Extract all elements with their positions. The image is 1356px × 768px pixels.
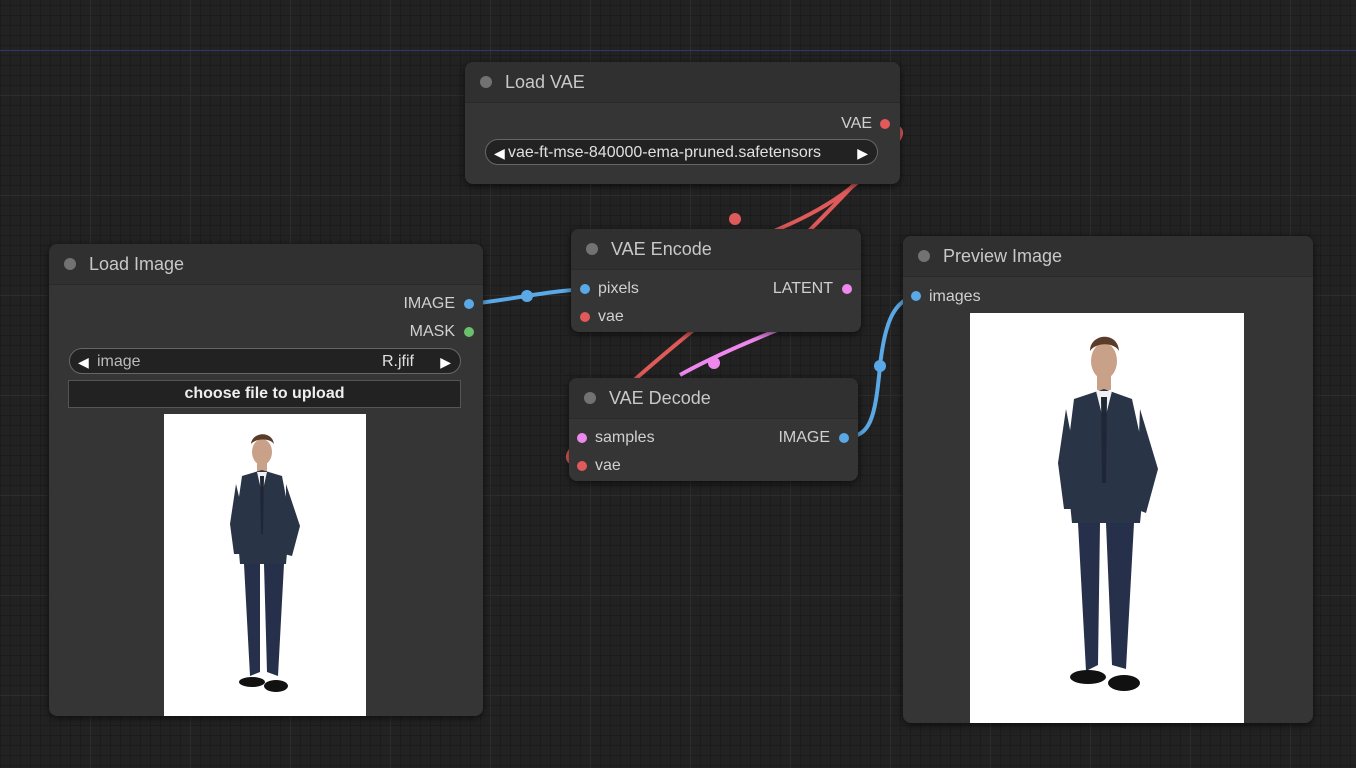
preview-image-title-text: Preview Image <box>943 246 1063 266</box>
loaded-image-preview <box>164 414 366 716</box>
vae-decode-node[interactable]: VAE Decode samples vae IMAGE <box>569 378 858 481</box>
vae-encode-title[interactable]: VAE Encode <box>571 229 861 270</box>
image-combo-value: R.jfif <box>382 353 414 370</box>
input-vae-label: vae <box>598 308 624 325</box>
output-latent-port[interactable] <box>842 284 852 294</box>
input-images-label: images <box>929 288 981 305</box>
link-image-to-preview-midpoint <box>874 360 886 372</box>
link-vae-to-encode-midpoint <box>729 213 741 225</box>
load-vae-node[interactable]: Load VAE VAE ◀ vae-ft-mse-840000-ema-pru… <box>465 62 900 184</box>
output-mask-port[interactable] <box>464 327 474 337</box>
input-vae-port[interactable] <box>580 312 590 322</box>
preview-image-title[interactable]: Preview Image <box>903 236 1313 277</box>
link-image-to-pixels-midpoint <box>521 290 533 302</box>
input-vae-label: vae <box>595 457 621 474</box>
output-mask-label: MASK <box>409 323 455 340</box>
combo-left-arrow-icon[interactable]: ◀ <box>494 140 505 166</box>
load-image-title-text: Load Image <box>89 254 185 274</box>
collapse-dot-icon[interactable] <box>584 392 596 404</box>
image-combo[interactable]: ◀ image R.jfif ▶ <box>69 348 461 374</box>
load-vae-title[interactable]: Load VAE <box>465 62 900 103</box>
vae-decode-title[interactable]: VAE Decode <box>569 378 858 419</box>
output-vae-port[interactable] <box>880 119 890 129</box>
input-pixels-label: pixels <box>598 280 639 297</box>
choose-file-button[interactable]: choose file to upload <box>68 380 461 408</box>
output-latent-label: LATENT <box>772 280 833 297</box>
collapse-dot-icon[interactable] <box>64 258 76 270</box>
vae-name-combo[interactable]: ◀ vae-ft-mse-840000-ema-pruned.safetenso… <box>485 139 878 165</box>
vae-decode-title-text: VAE Decode <box>609 388 711 408</box>
image-combo-label: image <box>97 353 141 370</box>
collapse-dot-icon[interactable] <box>586 243 598 255</box>
collapse-dot-icon[interactable] <box>480 76 492 88</box>
person-photo <box>230 434 300 692</box>
output-image-label: IMAGE <box>778 429 830 446</box>
collapse-dot-icon[interactable] <box>918 250 930 262</box>
load-image-title[interactable]: Load Image <box>49 244 483 285</box>
input-samples-label: samples <box>595 429 655 446</box>
vae-name-value: vae-ft-mse-840000-ema-pruned.safetensors <box>508 144 822 161</box>
preview-image-node[interactable]: Preview Image images <box>903 236 1313 723</box>
link-latent-to-samples-midpoint <box>708 357 720 369</box>
input-images-port[interactable] <box>911 291 921 301</box>
combo-left-arrow-icon[interactable]: ◀ <box>78 349 89 375</box>
input-pixels-port[interactable] <box>580 284 590 294</box>
output-image-port[interactable] <box>839 433 849 443</box>
vae-encode-node[interactable]: VAE Encode pixels vae LATENT <box>571 229 861 332</box>
combo-right-arrow-icon[interactable]: ▶ <box>857 140 868 166</box>
input-vae-port[interactable] <box>577 461 587 471</box>
combo-right-arrow-icon[interactable]: ▶ <box>440 349 451 375</box>
input-samples-port[interactable] <box>577 433 587 443</box>
output-image-port[interactable] <box>464 299 474 309</box>
load-image-node[interactable]: Load Image IMAGE MASK ◀ image R.jfif ▶ c… <box>49 244 483 716</box>
output-image-label: IMAGE <box>403 295 455 312</box>
preview-output-image <box>970 313 1244 723</box>
output-vae-label: VAE <box>841 115 872 132</box>
load-vae-title-text: Load VAE <box>505 72 585 92</box>
vae-encode-title-text: VAE Encode <box>611 239 712 259</box>
person-photo <box>1058 336 1158 691</box>
